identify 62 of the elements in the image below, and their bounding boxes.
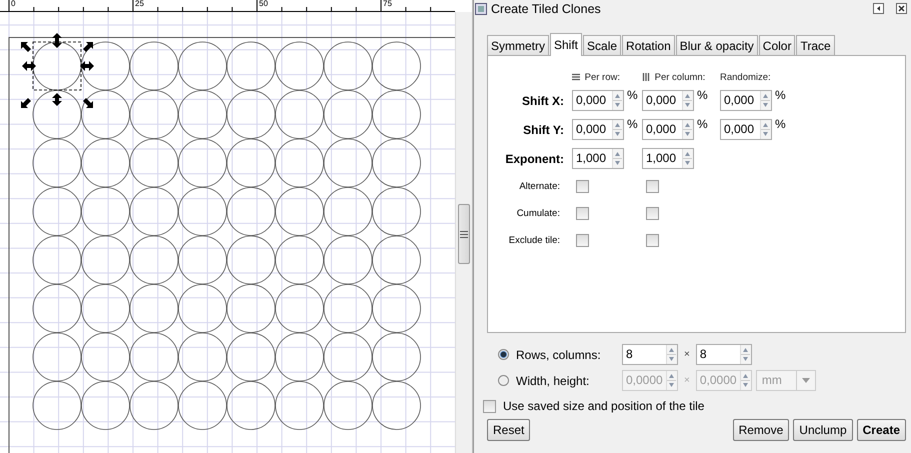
checkbox-label[interactable]: Use saved size and position of the tile: [503, 399, 704, 413]
selection-handles-drawing[interactable]: [21, 33, 94, 108]
times-sign: ×: [683, 375, 691, 386]
times-sign: ×: [683, 349, 691, 360]
column-header: Randomize:: [720, 72, 772, 85]
checkbox[interactable]: [646, 180, 659, 193]
checkbox[interactable]: [576, 234, 589, 247]
unit-label: %: [697, 88, 708, 102]
radio-label[interactable]: Rows, columns:: [516, 348, 618, 362]
ruler-label: 50: [259, 0, 268, 8]
dialog-button[interactable]: Remove: [732, 419, 790, 441]
dialog-icon: [475, 2, 487, 14]
row-label: Shift Y:: [523, 122, 565, 136]
tab[interactable]: Scale: [583, 35, 622, 55]
row-label: Alternate:: [519, 181, 561, 192]
ruler-label: 25: [135, 0, 144, 8]
row-label: Exclude tile:: [508, 235, 561, 246]
tab[interactable]: Rotation: [622, 35, 675, 55]
unit-label: %: [697, 117, 708, 131]
dialog-button[interactable]: Reset: [487, 419, 530, 441]
tab[interactable]: Trace: [796, 35, 835, 55]
row-label: Cumulate:: [516, 208, 561, 219]
checkbox[interactable]: [576, 207, 589, 220]
row-label: Shift X:: [522, 94, 565, 108]
caret-icon: [802, 378, 810, 383]
row-label: Exponent:: [505, 152, 565, 166]
spin-field[interactable]: 8: [622, 344, 678, 365]
rows-icon: [572, 73, 580, 81]
close-icon[interactable]: [896, 3, 907, 14]
tab[interactable]: Blur & opacity: [676, 35, 758, 55]
tab[interactable]: Shift: [550, 33, 582, 56]
unit-label: %: [775, 88, 786, 102]
tab[interactable]: Symmetry: [487, 35, 549, 55]
checkbox[interactable]: [483, 400, 496, 412]
column-header: Per column:: [642, 72, 720, 86]
unit-label: %: [627, 88, 638, 102]
column-header: Per row:: [572, 72, 642, 86]
checkbox[interactable]: [646, 207, 659, 220]
unit-label: %: [775, 117, 786, 131]
checkbox[interactable]: [576, 180, 589, 193]
ruler-label: 75: [383, 0, 392, 8]
spin-field[interactable]: 0,000: [720, 90, 772, 111]
spin-field[interactable]: 1,000: [572, 148, 624, 169]
tab[interactable]: Color: [758, 35, 796, 55]
spin-field[interactable]: 1,000: [642, 148, 694, 169]
dialog-button[interactable]: Create: [856, 419, 906, 441]
scrollbar-thumb[interactable]: [458, 204, 470, 264]
spin-field[interactable]: 0,000: [572, 119, 624, 140]
dialog-title: Create Tiled Clones: [491, 2, 601, 16]
scrollbar[interactable]: [455, 12, 472, 453]
dialog-button[interactable]: Unclump: [793, 419, 853, 441]
dock-icon[interactable]: [873, 3, 884, 14]
spin-field[interactable]: 0,000: [572, 90, 624, 111]
spin-field[interactable]: 0,000: [642, 90, 694, 111]
checkbox[interactable]: [646, 234, 659, 247]
columns-icon: [642, 73, 650, 81]
ruler-label: 0: [11, 0, 16, 8]
radio-button[interactable]: [498, 349, 509, 360]
spin-field[interactable]: 0,000: [642, 119, 694, 140]
spin-field[interactable]: 0,000: [720, 119, 772, 140]
unit-label: %: [627, 117, 638, 131]
spin-field[interactable]: 8: [696, 344, 752, 365]
